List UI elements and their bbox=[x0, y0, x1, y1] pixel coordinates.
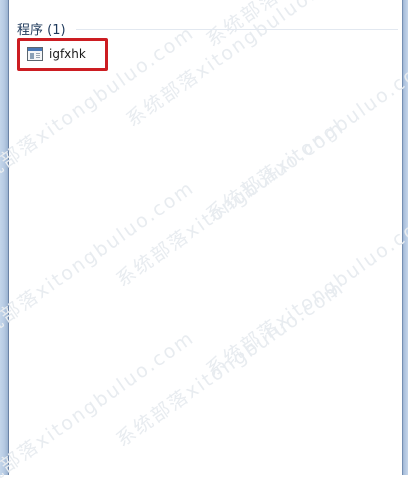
window-border-right bbox=[402, 0, 408, 475]
watermark: 系统部落xitongbuluo.com bbox=[112, 116, 349, 292]
watermark: 系统部落xitongbuluo.com bbox=[0, 326, 199, 502]
search-results-panel: 系统部落xitongbuluo.com 系统部落xitongbuluo.com … bbox=[0, 0, 408, 501]
watermark: 系统部落xitongbuluo.com bbox=[202, 206, 408, 382]
watermark: 系统部落xitongbuluo.com bbox=[202, 51, 408, 227]
watermark: 系统部落xitongbuluo.com bbox=[200, 0, 408, 52]
highlight-annotation bbox=[17, 38, 108, 71]
watermark: 系统部落xitongbuluo.com bbox=[122, 0, 359, 132]
watermark: 系统部落xitongbuluo.com bbox=[0, 176, 199, 352]
group-divider bbox=[76, 29, 398, 30]
watermark: 系统部落xitongbuluo.com bbox=[112, 276, 349, 452]
window-border-left bbox=[0, 0, 9, 475]
group-header-programs: 程序 (1) bbox=[17, 23, 66, 38]
